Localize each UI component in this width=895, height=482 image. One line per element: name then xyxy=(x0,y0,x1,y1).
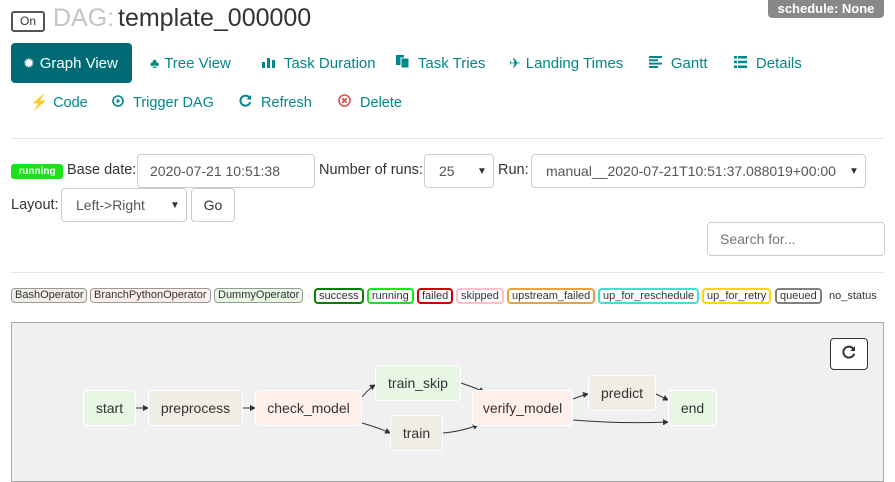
tab-details[interactable]: Details xyxy=(722,43,814,83)
legend-failed[interactable]: failed xyxy=(417,288,454,304)
legend-bash-operator: BashOperator xyxy=(11,288,88,303)
base-date-label: Base date: xyxy=(67,162,137,178)
tab-task-duration-label: Task Duration xyxy=(283,55,376,72)
dag-state-badge: running xyxy=(11,164,63,179)
dag-prefix: DAG: xyxy=(53,4,115,32)
dag-title: template_000000 xyxy=(118,4,312,32)
divider xyxy=(11,138,884,139)
delete-link-label: Delete xyxy=(360,95,402,111)
num-runs-value: 25 xyxy=(439,163,455,179)
bar-chart-icon xyxy=(262,55,279,71)
node-verify-model[interactable]: verify_model xyxy=(472,390,573,426)
legend-running[interactable]: running xyxy=(367,288,414,304)
chevron-down-icon: ▼ xyxy=(477,165,487,177)
node-train-skip[interactable]: train_skip xyxy=(375,365,461,401)
list-icon xyxy=(734,55,751,71)
graph-refresh-button[interactable] xyxy=(830,338,868,370)
num-runs-select[interactable]: 25 ▼ xyxy=(424,154,494,188)
num-runs-label: Number of runs: xyxy=(319,162,423,178)
tab-landing-times-label: Landing Times xyxy=(525,55,624,72)
tab-gantt[interactable]: Gantt xyxy=(637,43,720,83)
code-link[interactable]: ⚡ Code xyxy=(30,88,88,118)
sun-icon: ✹ xyxy=(23,55,35,71)
legend-up-for-reschedule[interactable]: up_for_reschedule xyxy=(598,288,700,304)
run-value: manual__2020-07-21T10:51:37.088019+00:00 xyxy=(546,163,836,179)
chevron-down-icon: ▼ xyxy=(849,165,859,177)
legend-upstream-failed[interactable]: upstream_failed xyxy=(507,288,596,304)
refresh-icon xyxy=(842,345,856,364)
tree-icon: ♣ xyxy=(150,55,160,71)
node-end[interactable]: end xyxy=(668,390,717,426)
legend-up-for-retry[interactable]: up_for_retry xyxy=(702,288,772,304)
base-date-input[interactable]: 2020-07-21 10:51:38 xyxy=(137,154,315,188)
align-left-icon xyxy=(649,55,666,71)
go-button[interactable]: Go xyxy=(191,188,235,222)
tab-tree-view-label: Tree View xyxy=(164,55,231,72)
trigger-dag-link[interactable]: Trigger DAG xyxy=(112,88,214,118)
bolt-icon: ⚡ xyxy=(30,95,49,111)
refresh-link[interactable]: Refresh xyxy=(239,88,312,118)
delete-link[interactable]: Delete xyxy=(338,88,402,118)
legend-no-status[interactable]: no_status xyxy=(829,288,877,304)
tab-landing-times[interactable]: ✈ Landing Times xyxy=(497,43,635,83)
refresh-icon xyxy=(239,94,256,111)
tab-tree-view[interactable]: ♣ Tree View xyxy=(138,43,243,83)
legend-success[interactable]: success xyxy=(314,288,364,304)
run-select[interactable]: manual__2020-07-21T10:51:37.088019+00:00… xyxy=(531,154,866,188)
tab-task-tries-label: Task Tries xyxy=(417,55,486,72)
divider xyxy=(11,272,884,273)
code-link-label: Code xyxy=(53,95,88,111)
chevron-down-icon: ▼ xyxy=(170,199,180,211)
refresh-link-label: Refresh xyxy=(261,95,312,111)
tab-task-duration[interactable]: Task Duration xyxy=(250,43,388,83)
tab-gantt-label: Gantt xyxy=(670,55,708,72)
layout-label: Layout: xyxy=(11,197,59,213)
tab-graph-view[interactable]: ✹ Graph View xyxy=(11,43,132,83)
node-start[interactable]: start xyxy=(83,390,136,426)
node-check-model[interactable]: check_model xyxy=(255,390,362,426)
files-icon xyxy=(396,55,413,71)
plane-icon: ✈ xyxy=(509,55,521,71)
node-preprocess[interactable]: preprocess xyxy=(148,390,243,426)
node-predict[interactable]: predict xyxy=(588,375,656,411)
schedule-badge: schedule: None xyxy=(768,0,884,18)
node-train[interactable]: train xyxy=(390,415,443,451)
layout-select[interactable]: Left->Right ▼ xyxy=(61,188,187,222)
search-input[interactable] xyxy=(707,222,885,256)
layout-value: Left->Right xyxy=(76,197,145,213)
legend-branch-python-operator: BranchPythonOperator xyxy=(90,288,211,303)
graph-canvas[interactable] xyxy=(11,322,884,482)
play-circle-icon xyxy=(112,95,128,111)
legend-skipped[interactable]: skipped xyxy=(456,288,504,304)
remove-circle-icon xyxy=(338,94,355,111)
legend-dummy-operator: DummyOperator xyxy=(214,288,304,303)
tab-details-label: Details xyxy=(755,55,802,72)
tab-graph-view-label: Graph View xyxy=(39,55,118,72)
trigger-dag-link-label: Trigger DAG xyxy=(133,95,214,111)
dag-toggle[interactable]: On xyxy=(11,11,45,32)
run-label: Run: xyxy=(498,162,529,178)
tab-task-tries[interactable]: Task Tries xyxy=(384,43,497,83)
legend-queued[interactable]: queued xyxy=(775,288,822,304)
